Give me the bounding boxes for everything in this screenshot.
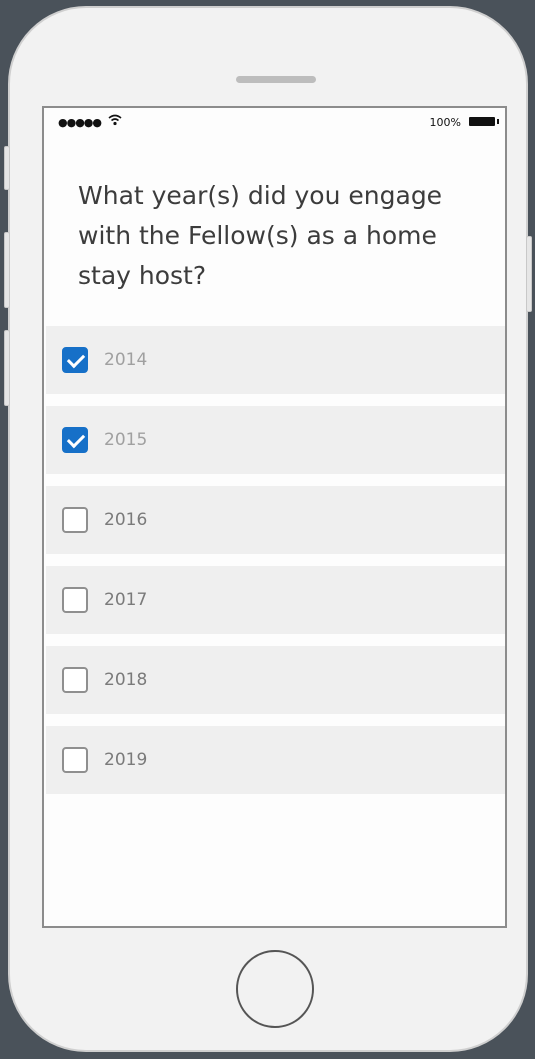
status-bar: ●●●●● 100% xyxy=(44,108,505,136)
phone-frame: ●●●●● 100% What year(s) did you engage w… xyxy=(4,6,532,1052)
option-row[interactable]: 2014 xyxy=(46,326,505,394)
option-row[interactable]: 2016 xyxy=(46,486,505,554)
option-label: 2018 xyxy=(104,670,148,690)
mockup-stage: ●●●●● 100% What year(s) did you engage w… xyxy=(0,0,535,1059)
checkbox[interactable] xyxy=(62,587,88,613)
power-button xyxy=(526,236,532,312)
option-row[interactable]: 2018 xyxy=(46,646,505,714)
option-label: 2015 xyxy=(104,430,148,450)
volume-down-button xyxy=(4,330,10,406)
signal-strength-icon: ●●●●● xyxy=(58,116,102,129)
year-options-list: 2014 2015 2016 2017 2018 2019 xyxy=(46,326,505,806)
battery-percentage: 100% xyxy=(429,116,461,129)
option-row[interactable]: 2019 xyxy=(46,726,505,794)
option-row[interactable]: 2017 xyxy=(46,566,505,634)
option-label: 2017 xyxy=(104,590,148,610)
option-row[interactable]: 2015 xyxy=(46,406,505,474)
phone-screen: ●●●●● 100% What year(s) did you engage w… xyxy=(42,106,507,928)
volume-up-button xyxy=(4,232,10,308)
option-label: 2014 xyxy=(104,350,148,370)
battery-icon xyxy=(469,117,499,126)
checkbox-checked[interactable] xyxy=(62,427,88,453)
checkbox[interactable] xyxy=(62,507,88,533)
option-label: 2019 xyxy=(104,750,148,770)
speaker-grille xyxy=(236,76,316,83)
home-button[interactable] xyxy=(236,950,314,1028)
wifi-icon xyxy=(108,114,122,129)
silent-switch xyxy=(4,146,10,190)
checkbox-checked[interactable] xyxy=(62,347,88,373)
checkbox[interactable] xyxy=(62,667,88,693)
option-label: 2016 xyxy=(104,510,148,530)
checkbox[interactable] xyxy=(62,747,88,773)
question-text: What year(s) did you engage with the Fel… xyxy=(78,181,443,290)
